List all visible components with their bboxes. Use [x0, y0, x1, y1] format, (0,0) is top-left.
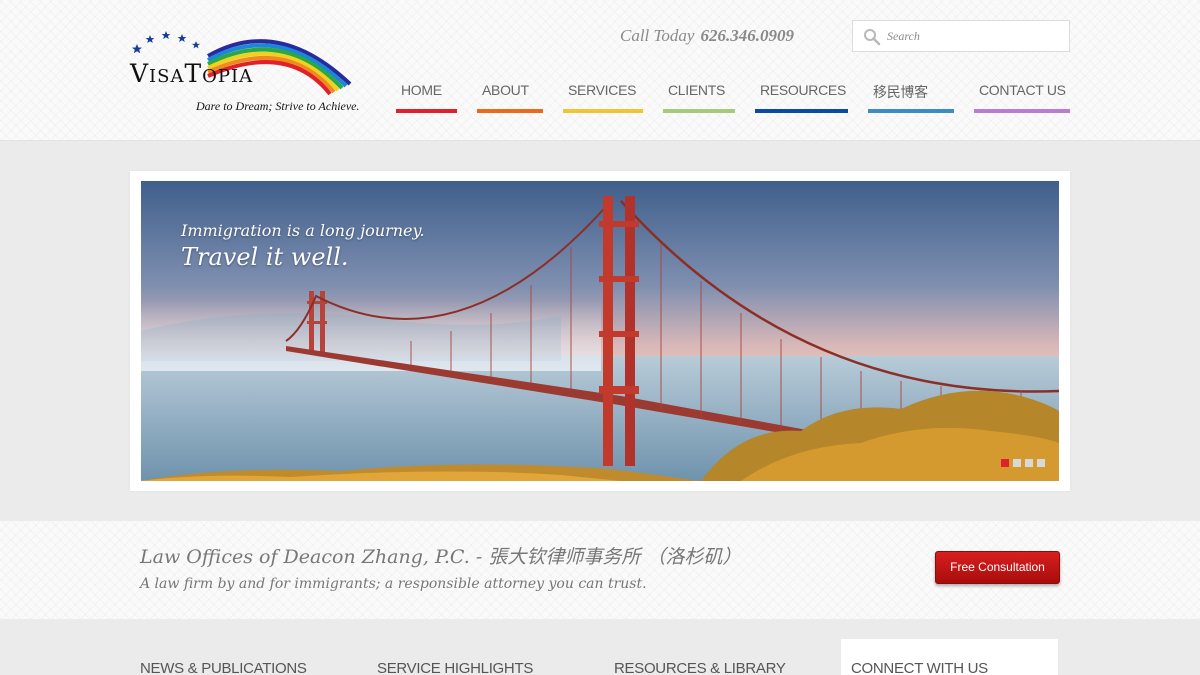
logo-tagline: Dare to Dream; Strive to Achieve.	[196, 99, 360, 113]
slider-dot-4[interactable]	[1037, 459, 1045, 467]
search-input[interactable]	[887, 26, 1062, 46]
slider-dot-2[interactable]	[1013, 459, 1021, 467]
hero-slide[interactable]: Immigration is a long journey. Travel it…	[141, 181, 1059, 481]
nav-clients[interactable]: CLIENTS	[663, 80, 735, 113]
resources-library-heading[interactable]: RESOURCES & LIBRARY	[614, 660, 786, 675]
nav-resources-label: RESOURCES	[760, 82, 846, 98]
site-header: VisaTopia Dare to Dream; Strive to Achie…	[0, 0, 1200, 141]
service-highlights-heading[interactable]: SERVICE HIGHLIGHTS	[377, 660, 533, 675]
nav-clients-underline	[663, 109, 735, 113]
logo-wordmark: VisaTopia	[130, 59, 254, 88]
hero-slider: Immigration is a long journey. Travel it…	[130, 171, 1070, 491]
phone-number[interactable]: 626.346.0909	[700, 26, 794, 45]
slide-headline-line1: Immigration is a long journey.	[181, 221, 425, 240]
nav-contact[interactable]: CONTACT US	[974, 80, 1070, 113]
free-consultation-button[interactable]: Free Consultation	[935, 551, 1060, 584]
nav-blog-underline	[868, 109, 954, 113]
nav-contact-label: CONTACT US	[979, 82, 1066, 98]
nav-resources-underline	[755, 109, 848, 113]
call-label: Call Today	[620, 26, 695, 45]
firm-subtitle: A law firm by and for immigrants; a resp…	[140, 576, 647, 592]
nav-resources[interactable]: RESOURCES	[755, 80, 848, 113]
nav-blog-label: 移民博客	[873, 84, 928, 100]
news-publications-heading[interactable]: NEWS & PUBLICATIONS	[140, 660, 307, 675]
firm-name: Law Offices of Deacon Zhang, P.C. - 張大钦律…	[140, 546, 742, 568]
search-box	[852, 20, 1070, 52]
slider-dot-3[interactable]	[1025, 459, 1033, 467]
nav-services-label: SERVICES	[568, 82, 637, 98]
nav-about[interactable]: ABOUT	[477, 80, 543, 113]
nav-home[interactable]: HOME	[396, 80, 457, 113]
nav-blog[interactable]: 移民博客	[868, 80, 954, 113]
slider-dot-1[interactable]	[1001, 459, 1009, 467]
search-icon[interactable]	[863, 28, 881, 46]
slide-headline-line2: Travel it well.	[181, 243, 349, 271]
nav-home-label: HOME	[401, 82, 442, 98]
intro-band: Law Offices of Deacon Zhang, P.C. - 張大钦律…	[0, 521, 1200, 619]
connect-with-us-heading[interactable]: CONNECT WITH US	[851, 660, 988, 675]
call-today: Call Today 626.346.0909	[620, 26, 794, 46]
nav-contact-underline	[974, 109, 1070, 113]
nav-about-underline	[477, 109, 543, 113]
nav-clients-label: CLIENTS	[668, 82, 726, 98]
nav-services-underline	[563, 109, 643, 113]
nav-home-underline	[396, 109, 457, 113]
nav-services[interactable]: SERVICES	[563, 80, 643, 113]
nav-about-label: ABOUT	[482, 82, 529, 98]
